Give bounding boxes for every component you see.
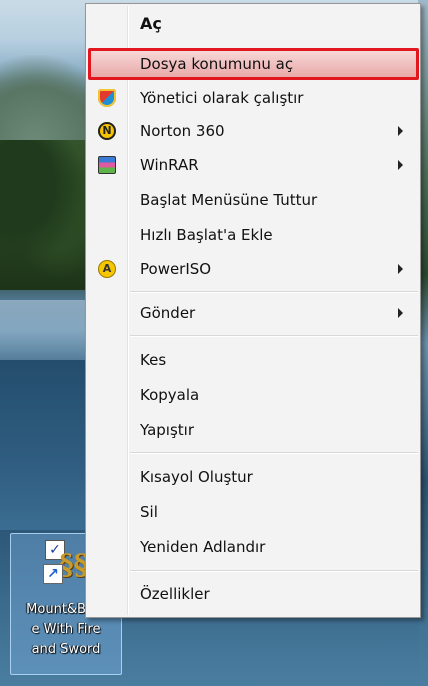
menu-item-label: Norton 360 [140, 122, 225, 140]
menu-item-cut[interactable]: Kes [89, 344, 417, 376]
menu-separator [130, 570, 418, 572]
menu-item-properties[interactable]: Özellikler [89, 578, 417, 610]
menu-item-label: Dosya konumunu aç [140, 55, 294, 73]
wallpaper-lake [0, 360, 90, 530]
wallpaper-water-reflection [0, 300, 90, 360]
shortcut-arrow-icon: ↗ [43, 564, 63, 584]
menu-item-create-shortcut[interactable]: Kısayol Oluştur [89, 461, 417, 493]
menu-item-send-to[interactable]: Gönder [89, 297, 417, 329]
menu-item-delete[interactable]: Sil [89, 496, 417, 528]
menu-item-add-to-quick-launch[interactable]: Hızlı Başlat'a Ekle [89, 219, 417, 251]
submenu-arrow-icon [398, 264, 403, 274]
menu-separator [130, 452, 418, 454]
submenu-arrow-icon [398, 308, 403, 318]
menu-item-norton-360[interactable]: N Norton 360 [89, 115, 417, 147]
menu-item-label: Özellikler [140, 585, 210, 603]
menu-item-open-file-location[interactable]: Dosya konumunu aç [88, 48, 419, 80]
menu-item-paste[interactable]: Yapıştır [89, 414, 417, 446]
menu-item-label: PowerISO [140, 260, 212, 278]
menu-item-poweriso[interactable]: A PowerISO [89, 253, 417, 285]
menu-item-label: Hızlı Başlat'a Ekle [140, 226, 273, 244]
menu-item-copy[interactable]: Kopyala [89, 379, 417, 411]
menu-item-label: Sil [140, 503, 158, 521]
menu-item-label: Yeniden Adlandır [140, 538, 266, 556]
menu-item-label: Yapıştır [140, 421, 195, 439]
shortcut-label-line: and Sword [31, 642, 101, 657]
menu-item-label: Yönetici olarak çalıştır [140, 89, 304, 107]
menu-item-label: Kes [140, 351, 167, 369]
menu-separator [130, 335, 418, 337]
menu-item-label: WinRAR [140, 156, 199, 174]
winrar-icon [98, 156, 116, 174]
menu-item-label: Kopyala [140, 386, 200, 404]
shortcut-label-line: e With Fire [31, 622, 101, 637]
menu-item-open[interactable]: Aç [89, 8, 417, 40]
menu-item-label: Kısayol Oluştur [140, 468, 253, 486]
menu-item-rename[interactable]: Yeniden Adlandır [89, 531, 417, 563]
menu-item-label: Aç [140, 14, 162, 33]
uac-shield-icon [98, 89, 116, 107]
menu-item-winrar[interactable]: WinRAR [89, 149, 417, 181]
context-menu: Aç Dosya konumunu aç Yönetici olarak çal… [85, 3, 421, 618]
menu-item-label: Başlat Menüsüne Tuttur [140, 191, 318, 209]
submenu-arrow-icon [398, 160, 403, 170]
norton-icon: N [98, 122, 116, 140]
menu-separator [130, 291, 418, 293]
menu-item-run-as-administrator[interactable]: Yönetici olarak çalıştır [89, 82, 417, 114]
menu-item-pin-to-start-menu[interactable]: Başlat Menüsüne Tuttur [89, 184, 417, 216]
submenu-arrow-icon [398, 126, 403, 136]
menu-item-label: Gönder [140, 304, 196, 322]
poweriso-icon: A [98, 260, 116, 278]
